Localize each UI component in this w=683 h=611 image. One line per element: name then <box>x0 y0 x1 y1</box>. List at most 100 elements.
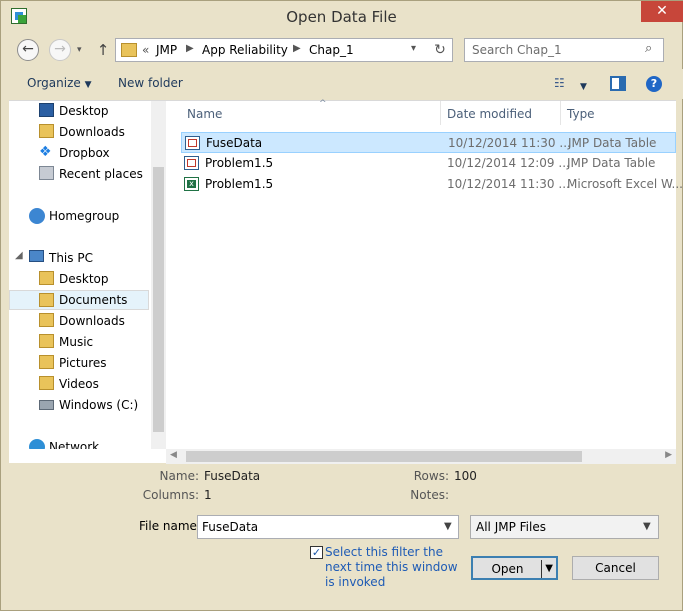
file-name: FuseData <box>206 136 263 150</box>
homegroup-icon <box>29 208 45 224</box>
file-row[interactable]: FuseData 10/12/2014 11:30 ... JMP Data T… <box>181 132 676 153</box>
preview-pane-icon[interactable] <box>610 76 626 91</box>
recent-places-icon <box>39 166 54 180</box>
file-name-combobox[interactable]: FuseData ▼ <box>197 515 459 539</box>
sidebar-item-videos[interactable]: Videos <box>9 374 149 394</box>
address-bar[interactable]: « JMP ▶ App Reliability ▶ Chap_1 ▾ ↻ <box>115 38 453 62</box>
close-button[interactable]: ✕ <box>641 1 683 22</box>
breadcrumb-chap-1[interactable]: Chap_1 <box>309 43 354 57</box>
address-dropdown-icon[interactable]: ▾ <box>411 43 416 54</box>
sidebar-item-documents[interactable]: Documents <box>9 290 149 310</box>
sidebar-item-label: Dropbox <box>59 146 110 160</box>
file-name-label: File name: <box>139 519 201 533</box>
chevron-down-icon[interactable]: ▼ <box>643 521 651 532</box>
column-header-name[interactable]: ^ Name <box>181 99 441 125</box>
column-header-label: Name <box>187 107 223 121</box>
file-type-filter-select[interactable]: All JMP Files ▼ <box>470 515 659 539</box>
scroll-left-icon[interactable]: ◀ <box>170 450 177 460</box>
refresh-icon[interactable]: ↻ <box>430 40 450 60</box>
file-type: Microsoft Excel W... <box>567 177 683 191</box>
breadcrumb-overflow[interactable]: « <box>142 43 149 57</box>
open-data-file-dialog: Open Data File ✕ ← → ▾ ↑ « JMP ▶ App Rel… <box>0 0 683 611</box>
open-options-chevron-icon[interactable]: ▼ <box>545 558 553 580</box>
sidebar-item-this-pc[interactable]: ◢ This PC <box>9 248 149 268</box>
change-view-icon[interactable]: ☷ <box>554 77 570 89</box>
forward-button[interactable]: → <box>49 39 71 61</box>
sidebar-item-label: Desktop <box>59 104 109 118</box>
file-type: JMP Data Table <box>568 136 657 150</box>
remember-filter-checkbox[interactable]: ✓ <box>310 546 323 559</box>
breadcrumb-jmp[interactable]: JMP <box>156 43 177 57</box>
navigation-pane-scrollbar[interactable] <box>151 101 166 449</box>
sidebar-item-dropbox[interactable]: ❖ Dropbox <box>9 143 149 163</box>
file-name-field[interactable]: FuseData <box>202 520 258 534</box>
open-button[interactable]: Open ▼ <box>471 556 558 580</box>
scroll-right-icon[interactable]: ▶ <box>665 450 672 460</box>
sidebar-item-label: Downloads <box>59 314 125 328</box>
sidebar-item-music[interactable]: Music <box>9 332 149 352</box>
details-pane: Name: FuseData Columns: 1 Rows: 100 Note… <box>1 467 682 507</box>
expand-chevron-icon[interactable]: ◢ <box>15 250 23 261</box>
pictures-folder-icon <box>39 355 54 369</box>
details-name-label: Name: <box>159 469 199 483</box>
sidebar-item-recent-places[interactable]: Recent places <box>9 164 149 184</box>
file-row[interactable]: x Problem1.5 10/12/2014 11:30 ... Micros… <box>181 174 683 195</box>
sidebar-item-downloads[interactable]: Downloads <box>9 122 149 142</box>
excel-workbook-icon: x <box>184 177 199 191</box>
music-folder-icon <box>39 334 54 348</box>
command-bar: Organize ▼ New folder ☷ ▼ ? <box>2 69 683 99</box>
file-type-filter-value: All JMP Files <box>476 520 546 534</box>
title-bar: Open Data File ✕ <box>1 1 683 32</box>
file-date: 10/12/2014 12:09 ... <box>447 156 570 170</box>
navigation-bar: ← → ▾ ↑ « JMP ▶ App Reliability ▶ Chap_1… <box>9 35 676 65</box>
view-options-chevron-icon[interactable]: ▼ <box>580 78 587 92</box>
sidebar-item-label: Windows (C:) <box>59 398 139 412</box>
details-name-value: FuseData <box>204 469 261 483</box>
cancel-button[interactable]: Cancel <box>572 556 659 580</box>
organize-button[interactable]: Organize ▼ <box>27 76 92 90</box>
column-header-type[interactable]: Type <box>561 101 676 125</box>
details-rows-label: Rows: <box>413 469 449 483</box>
sidebar-item-pc-desktop[interactable]: Desktop <box>9 269 149 289</box>
sidebar-item-pc-downloads[interactable]: Downloads <box>9 311 149 331</box>
file-list-horizontal-scrollbar[interactable]: ◀ ▶ <box>166 449 676 464</box>
drive-icon <box>39 400 54 410</box>
downloads-folder-icon <box>39 124 54 138</box>
recent-locations-chevron-icon[interactable]: ▾ <box>77 45 82 55</box>
desktop-icon <box>39 103 54 117</box>
sort-ascending-icon: ^ <box>319 99 327 109</box>
sidebar-item-windows-c[interactable]: Windows (C:) <box>9 395 149 415</box>
sidebar-item-label: This PC <box>49 251 93 265</box>
sidebar-item-homegroup[interactable]: Homegroup <box>9 206 149 226</box>
sidebar-item-desktop[interactable]: Desktop <box>9 101 149 121</box>
scrollbar-thumb[interactable] <box>153 167 164 432</box>
sidebar-item-network[interactable]: Network <box>9 437 149 449</box>
chevron-down-icon[interactable]: ▼ <box>444 521 452 532</box>
sidebar-item-label: Downloads <box>59 125 125 139</box>
videos-folder-icon <box>39 376 54 390</box>
search-input[interactable]: Search Chap_1 <box>472 43 562 57</box>
up-button[interactable]: ↑ <box>95 39 111 61</box>
breadcrumb-app-reliability[interactable]: App Reliability <box>202 43 288 57</box>
file-name: Problem1.5 <box>205 177 274 191</box>
search-box[interactable]: Search Chap_1 ⌕ <box>464 38 664 62</box>
sidebar-item-pictures[interactable]: Pictures <box>9 353 149 373</box>
scrollbar-thumb[interactable] <box>186 451 582 462</box>
remember-filter-label[interactable]: Select this filter the next time this wi… <box>325 545 465 590</box>
file-type: JMP Data Table <box>567 156 656 170</box>
back-button[interactable]: ← <box>17 39 39 61</box>
details-columns-label: Columns: <box>142 488 199 502</box>
breadcrumb-separator-icon[interactable]: ▶ <box>186 43 194 54</box>
chevron-down-icon: ▼ <box>84 80 92 90</box>
breadcrumb-separator-icon[interactable]: ▶ <box>293 43 301 54</box>
sidebar-item-label: Documents <box>59 293 128 307</box>
downloads-folder-icon <box>39 313 54 327</box>
search-icon[interactable]: ⌕ <box>645 41 652 56</box>
file-row[interactable]: Problem1.5 10/12/2014 12:09 ... JMP Data… <box>181 153 676 174</box>
new-folder-button[interactable]: New folder <box>118 76 183 90</box>
open-button-label: Open <box>491 562 524 576</box>
help-icon[interactable]: ? <box>646 76 662 92</box>
sidebar-item-label: Music <box>59 335 94 349</box>
column-header-date-modified[interactable]: Date modified <box>441 101 561 125</box>
folder-icon <box>121 43 137 57</box>
